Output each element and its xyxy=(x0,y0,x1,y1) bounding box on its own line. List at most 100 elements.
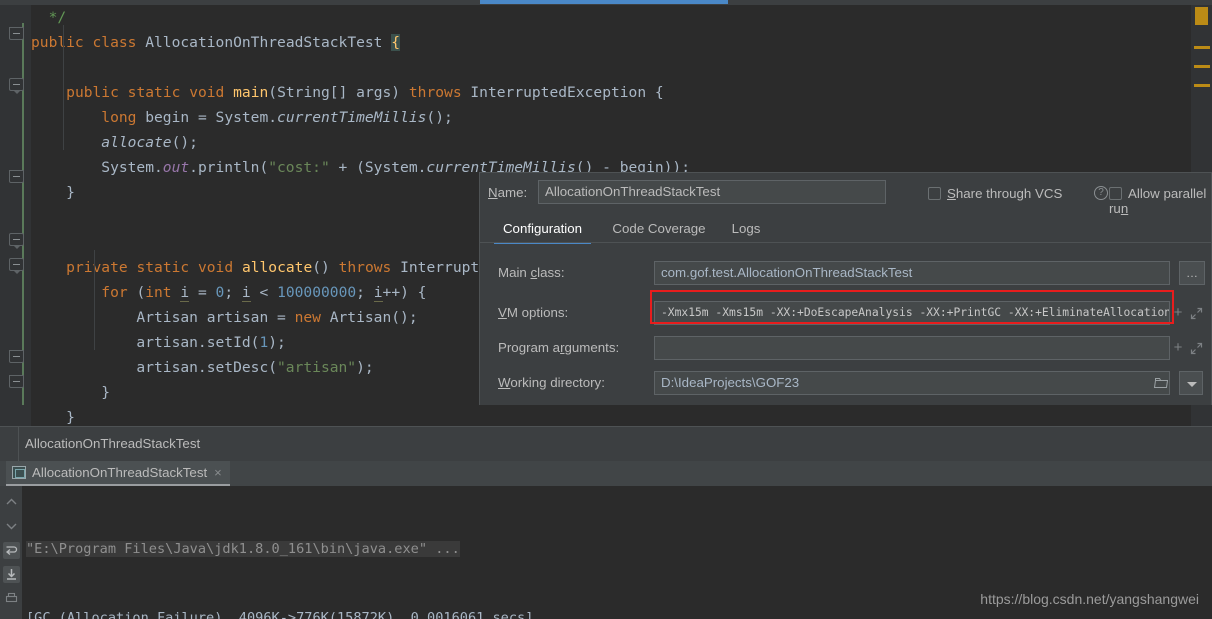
working-directory-input[interactable]: D:\IdeaProjects\GOF23 xyxy=(654,371,1170,395)
checkbox-box-icon[interactable] xyxy=(1109,187,1122,200)
code-token: long xyxy=(101,109,137,126)
close-icon[interactable]: × xyxy=(214,465,222,480)
code-token: begin = System. xyxy=(136,109,278,126)
error-stripe-marker[interactable] xyxy=(1195,7,1208,25)
indent-guide xyxy=(94,250,95,350)
code-token: static xyxy=(136,259,190,276)
header-divider xyxy=(18,427,19,461)
code-token: i xyxy=(373,284,383,302)
main-class-row: Main class: com.gof.test.AllocationOnThr… xyxy=(480,256,1211,290)
run-configuration-dialog[interactable]: Name: AllocationOnThreadStackTest Share … xyxy=(479,172,1212,405)
scroll-down-icon[interactable] xyxy=(3,518,20,535)
tab-code-coverage[interactable]: Code Coverage xyxy=(605,215,713,244)
program-arguments-input[interactable] xyxy=(654,336,1170,360)
code-token: new xyxy=(294,309,321,326)
watermark: https://blog.csdn.net/yangshangwei xyxy=(980,591,1199,607)
code-token: */ xyxy=(48,9,67,26)
editor-gutter[interactable] xyxy=(0,5,31,426)
next-field-row xyxy=(480,401,1211,405)
code-token: void xyxy=(197,259,234,276)
run-tab-console[interactable]: AllocationOnThreadStackTest × xyxy=(6,461,230,486)
print-icon[interactable] xyxy=(3,590,20,607)
fold-marker-icon[interactable] xyxy=(9,350,24,363)
code-token: Interrupt xyxy=(391,259,480,276)
code-token: private xyxy=(66,259,128,276)
add-icon[interactable]: + xyxy=(1172,305,1184,320)
code-token: "cost:" xyxy=(268,159,330,176)
code-line: long begin = System.currentTimeMillis(); xyxy=(31,105,1181,130)
fold-marker-icon[interactable] xyxy=(9,170,24,183)
code-token: throws xyxy=(338,259,392,276)
code-token: public xyxy=(31,34,84,51)
fold-marker-icon[interactable] xyxy=(9,375,24,388)
code-token: InterruptedException { xyxy=(461,84,664,101)
soft-wrap-icon[interactable] xyxy=(3,542,20,559)
fold-marker-icon[interactable] xyxy=(9,233,24,249)
share-vcs-label: Share through VCS xyxy=(947,186,1063,201)
add-icon[interactable]: + xyxy=(1172,340,1184,355)
stripe-dash-icon[interactable] xyxy=(1194,46,1210,49)
code-token: = xyxy=(189,284,216,301)
fold-marker-icon[interactable] xyxy=(9,78,24,94)
code-token: i xyxy=(241,284,251,302)
console-side-toolbar[interactable] xyxy=(0,486,22,619)
expand-icon[interactable] xyxy=(1190,307,1203,320)
run-config-name[interactable]: AllocationOnThreadStackTest xyxy=(25,436,200,451)
share-through-vcs-checkbox[interactable]: Share through VCS xyxy=(928,186,1062,201)
main-class-label: Main class: xyxy=(498,265,565,280)
code-token: } xyxy=(31,409,75,426)
tab-configuration[interactable]: Configuration xyxy=(494,215,591,244)
fold-marker-icon[interactable] xyxy=(9,258,24,274)
name-label: Name: xyxy=(488,185,528,200)
help-icon[interactable]: ? xyxy=(1094,186,1108,200)
fold-marker-icon[interactable] xyxy=(9,27,24,40)
save-output-icon[interactable] xyxy=(3,566,20,583)
code-token: "artisan" xyxy=(277,359,357,376)
allow-parallel-run-checkbox[interactable]: Allow parallel run xyxy=(1109,186,1211,216)
run-tool-window: AllocationOnThreadStackTest AllocationOn… xyxy=(0,426,1212,619)
dialog-tabs[interactable]: Configuration Code Coverage Logs xyxy=(480,215,1211,244)
stripe-dash-icon[interactable] xyxy=(1194,84,1210,87)
scroll-up-icon[interactable] xyxy=(3,494,20,511)
code-token: ++) { xyxy=(382,284,427,301)
dialog-header: Name: AllocationOnThreadStackTest Share … xyxy=(480,173,1211,216)
configuration-form: Main class: com.gof.test.AllocationOnThr… xyxy=(480,244,1211,405)
code-token: Artisan artisan = xyxy=(31,309,295,326)
indent-guide xyxy=(63,25,64,150)
allow-parallel-label: Allow parallel run xyxy=(1109,186,1207,216)
console-icon xyxy=(12,466,26,479)
checkbox-box-icon[interactable] xyxy=(928,187,941,200)
vm-options-input[interactable]: -Xmx15m -Xms15m -XX:+DoEscapeAnalysis -X… xyxy=(654,301,1170,325)
tab-logs[interactable]: Logs xyxy=(725,215,767,244)
code-token: 1 xyxy=(259,334,269,351)
folder-icon[interactable] xyxy=(1153,377,1169,389)
code-token: } xyxy=(31,384,111,401)
code-token: ); xyxy=(268,334,286,351)
main-class-input[interactable]: com.gof.test.AllocationOnThreadStackTest xyxy=(654,261,1170,285)
working-directory-row: Working directory: D:\IdeaProjects\GOF23 xyxy=(480,366,1211,400)
vm-options-label: VM options: xyxy=(498,305,569,320)
code-line: } xyxy=(31,405,1181,426)
run-tab-label: AllocationOnThreadStackTest xyxy=(32,465,208,480)
code-token: out xyxy=(162,159,190,176)
expand-icon[interactable] xyxy=(1190,342,1203,355)
active-tab-underline xyxy=(480,0,728,4)
code-token: AllocationOnThreadStackTest xyxy=(136,34,392,51)
working-directory-dropdown[interactable] xyxy=(1179,371,1203,395)
code-token: + (System. xyxy=(329,159,427,176)
code-token: artisan.setId( xyxy=(31,334,260,351)
code-token: artisan.setDesc( xyxy=(31,359,278,376)
code-token: allocate xyxy=(241,259,313,276)
code-token: for xyxy=(101,284,128,301)
name-input[interactable]: AllocationOnThreadStackTest xyxy=(538,180,886,204)
browse-main-class-button[interactable]: … xyxy=(1179,261,1205,285)
stripe-dash-icon[interactable] xyxy=(1194,65,1210,68)
code-token: ; xyxy=(356,284,374,301)
code-token: (String[] args) xyxy=(268,84,409,101)
code-token: i xyxy=(180,284,190,302)
